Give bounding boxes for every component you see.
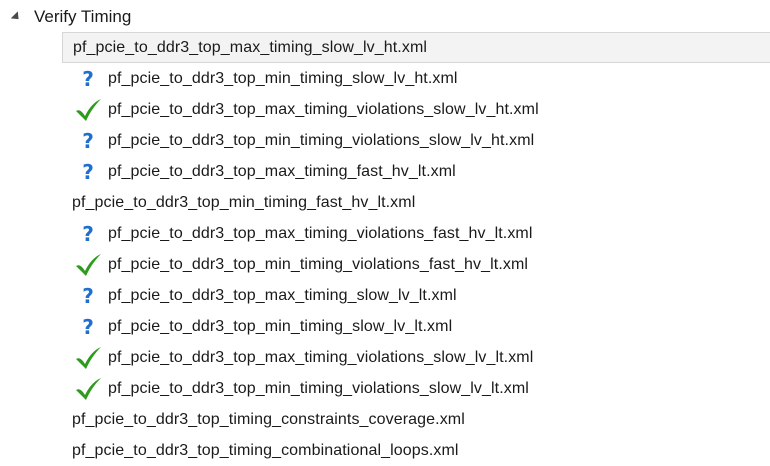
question-icon: ? (82, 128, 94, 153)
tree-item-label: pf_pcie_to_ddr3_top_max_timing_violation… (108, 100, 539, 118)
tree-item[interactable]: pf_pcie_to_ddr3_top_max_timing_violation… (62, 342, 770, 373)
question-icon: ? (82, 283, 94, 308)
report-tree: Verify Timing pf_pcie_to_ddr3_top_max_ti… (0, 0, 770, 464)
tree-item[interactable]: ? pf_pcie_to_ddr3_top_min_timing_slow_lv_… (62, 311, 770, 342)
tree-item-label: pf_pcie_to_ddr3_top_min_timing_slow_lv_l… (108, 317, 453, 335)
tree-item-label: pf_pcie_to_ddr3_top_min_timing_violation… (108, 379, 529, 397)
tree-item-label: pf_pcie_to_ddr3_top_max_timing_slow_lv_l… (108, 286, 457, 304)
tree-item-label: pf_pcie_to_ddr3_top_min_timing_violation… (108, 131, 535, 149)
check-icon (70, 342, 106, 373)
tree-item-label: pf_pcie_to_ddr3_top_max_timing_slow_lv_h… (73, 38, 428, 56)
check-icon (70, 249, 106, 280)
tree-root-label: Verify Timing (34, 7, 132, 26)
tree-item-label: pf_pcie_to_ddr3_top_max_timing_fast_hv_l… (108, 162, 456, 180)
check-icon (70, 373, 106, 404)
tree-item-label: pf_pcie_to_ddr3_top_max_timing_violation… (108, 348, 534, 366)
question-icon: ? (82, 159, 94, 184)
tree-item-label: pf_pcie_to_ddr3_top_min_timing_violation… (108, 255, 529, 273)
tree-item-label: pf_pcie_to_ddr3_top_timing_constraints_c… (72, 410, 465, 428)
question-icon: ? (82, 221, 94, 246)
tree-item[interactable]: ? pf_pcie_to_ddr3_top_max_timing_slow_lv_… (62, 280, 770, 311)
tree-item[interactable]: pf_pcie_to_ddr3_top_timing_constraints_c… (62, 404, 770, 435)
tree-item[interactable]: pf_pcie_to_ddr3_top_timing_combinational… (62, 435, 770, 466)
tree-item[interactable]: pf_pcie_to_ddr3_top_min_timing_violation… (62, 373, 770, 404)
tree-item-label: pf_pcie_to_ddr3_top_timing_combinational… (72, 441, 459, 459)
tree-children: pf_pcie_to_ddr3_top_max_timing_slow_lv_h… (62, 32, 770, 466)
question-icon: ? (82, 314, 94, 339)
tree-item[interactable]: ? pf_pcie_to_ddr3_top_min_timing_slow_lv_… (62, 63, 770, 94)
question-icon: ? (82, 66, 94, 91)
check-icon (70, 94, 106, 125)
tree-item[interactable]: ? pf_pcie_to_ddr3_top_max_timing_fast_hv_… (62, 156, 770, 187)
tree-item[interactable]: pf_pcie_to_ddr3_top_max_timing_slow_lv_h… (62, 32, 770, 63)
expand-arrow-icon[interactable] (10, 11, 23, 23)
tree-item[interactable]: ? pf_pcie_to_ddr3_top_min_timing_violatio… (62, 125, 770, 156)
tree-item-label: pf_pcie_to_ddr3_top_min_timing_fast_hv_l… (72, 193, 416, 211)
tree-item-label: pf_pcie_to_ddr3_top_min_timing_slow_lv_h… (108, 69, 458, 87)
tree-item-label: pf_pcie_to_ddr3_top_max_timing_violation… (108, 224, 533, 242)
tree-item[interactable]: pf_pcie_to_ddr3_top_min_timing_violation… (62, 249, 770, 280)
tree-item[interactable]: ? pf_pcie_to_ddr3_top_max_timing_violatio… (62, 218, 770, 249)
tree-item[interactable]: pf_pcie_to_ddr3_top_max_timing_violation… (62, 94, 770, 125)
tree-root-verify-timing[interactable]: Verify Timing (0, 2, 131, 32)
tree-item[interactable]: pf_pcie_to_ddr3_top_min_timing_fast_hv_l… (62, 187, 770, 218)
